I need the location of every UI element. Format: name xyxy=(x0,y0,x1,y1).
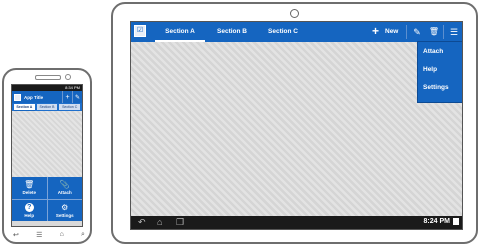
tab-section-c[interactable]: Section C xyxy=(59,104,81,110)
phone-tab-bar: Section A Section B Section C xyxy=(12,103,82,111)
phone-screen: 8:34 PM App Title + ✎ Section A Section … xyxy=(11,84,83,227)
menu-icon[interactable]: ☰ xyxy=(36,231,42,239)
signal-icon xyxy=(453,218,459,225)
trash-icon[interactable]: 🗑 xyxy=(427,25,441,39)
new-button[interactable]: New xyxy=(385,28,398,35)
front-camera xyxy=(290,9,299,18)
app-icon[interactable] xyxy=(14,93,21,101)
home-icon[interactable]: ⌂ xyxy=(60,231,64,239)
search-icon[interactable]: ⌕ xyxy=(81,231,85,239)
help-icon: ? xyxy=(24,202,34,212)
paperclip-icon: 📎 xyxy=(59,180,70,190)
tab-section-b[interactable]: Section B xyxy=(209,26,255,40)
tab-section-a[interactable]: Section A xyxy=(14,103,35,111)
plus-icon: + xyxy=(65,93,70,101)
app-title: App Title xyxy=(24,94,44,100)
pencil-icon[interactable]: ✎ xyxy=(410,25,424,39)
menu-label: Settings xyxy=(55,212,74,218)
home-icon[interactable]: ⌂ xyxy=(157,217,162,228)
phone-edit-button[interactable]: ✎ xyxy=(72,91,82,103)
tab-section-c[interactable]: Section C xyxy=(259,26,307,40)
menu-label: Delete xyxy=(22,190,36,196)
app-icon[interactable]: ☑ xyxy=(134,25,146,37)
trash-icon: 🗑 xyxy=(24,180,35,190)
phone-status-time: 8:34 PM xyxy=(65,85,80,90)
tablet-content-area xyxy=(131,42,462,218)
recent-apps-icon[interactable]: ❐ xyxy=(176,217,184,228)
phone-content-area xyxy=(12,111,82,177)
menu-item-help[interactable]: Help xyxy=(418,62,462,78)
tablet-screen: ☑ Section A Section B Section C + New ✎ … xyxy=(130,21,463,230)
gear-icon: ⚙ xyxy=(61,202,69,212)
action-divider xyxy=(406,25,407,39)
overflow-menu-icon[interactable]: ☰ xyxy=(447,25,461,39)
tab-section-a[interactable]: Section A xyxy=(155,26,205,42)
back-icon[interactable]: ↩ xyxy=(13,231,19,239)
front-camera xyxy=(65,74,71,80)
tablet-device: ☑ Section A Section B Section C + New ✎ … xyxy=(111,2,478,244)
tablet-status-time: 8:24 PM xyxy=(423,218,450,225)
menu-delete-button[interactable]: 🗑 Delete xyxy=(12,177,47,199)
phone-device: 8:34 PM App Title + ✎ Section A Section … xyxy=(2,68,92,244)
menu-item-attach[interactable]: Attach xyxy=(418,44,462,60)
tablet-action-bar: ☑ Section A Section B Section C + New ✎ … xyxy=(131,22,462,42)
overflow-dropdown-menu: Attach Help Settings xyxy=(418,42,462,102)
phone-add-button[interactable]: + xyxy=(62,91,72,103)
phone-hardware-buttons: ↩ ☰ ⌂ ⌕ xyxy=(13,231,85,239)
back-icon[interactable]: ↶ xyxy=(138,217,146,228)
menu-settings-button[interactable]: ⚙ Settings xyxy=(47,199,82,221)
tablet-system-bar: ↶ ⌂ ❐ 8:24 PM xyxy=(131,216,462,229)
menu-label: Help xyxy=(24,212,35,218)
speaker-grille xyxy=(35,75,61,80)
action-divider xyxy=(443,25,444,39)
plus-icon[interactable]: + xyxy=(372,24,379,38)
tab-section-b[interactable]: Section B xyxy=(36,104,58,110)
phone-options-menu: 🗑 Delete 📎 Attach ? Help ⚙ Settings xyxy=(12,177,82,221)
phone-action-bar: App Title + ✎ xyxy=(12,91,82,103)
pencil-icon: ✎ xyxy=(74,94,81,101)
menu-label: Attach xyxy=(57,190,72,196)
menu-attach-button[interactable]: 📎 Attach xyxy=(47,177,82,199)
menu-help-button[interactable]: ? Help xyxy=(12,199,47,221)
menu-item-settings[interactable]: Settings xyxy=(418,80,462,96)
